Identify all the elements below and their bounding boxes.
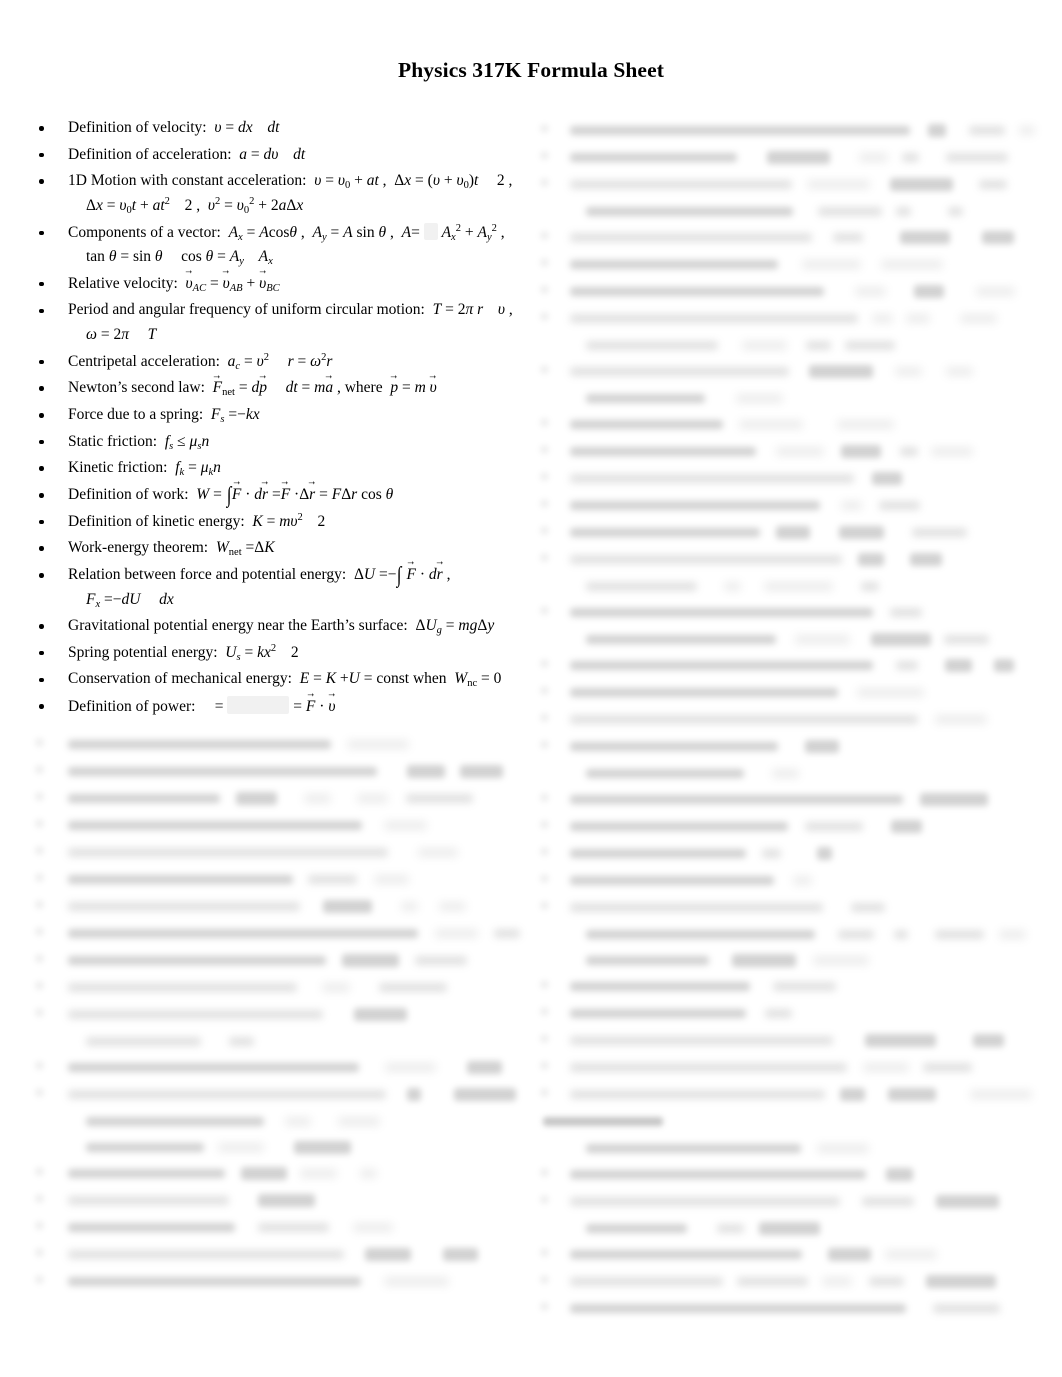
bullet-icon [39, 230, 44, 236]
bullet-icon [39, 624, 44, 629]
formula-item-circular-motion-period-continued: ω = 2π T [30, 325, 530, 345]
bullet-icon [39, 519, 44, 525]
formula-item-static-friction: Static friction: fs ≤ μsn [30, 432, 530, 452]
page-title: Physics 317K Formula Sheet [398, 58, 664, 82]
formula-label: Conservation of mechanical energy: [68, 670, 292, 688]
left-column: Definition of velocity: υ = dx dt Definit… [30, 118, 530, 724]
formula-label: Force due to a spring: [68, 406, 204, 424]
bullet-icon [39, 572, 44, 578]
dropped-expression-ghost [227, 696, 290, 715]
formula-expression: υ = υ0 + at , Δx = (υ + υ0)t 2 , [314, 172, 513, 192]
bullet-icon [39, 493, 44, 498]
formula-label: Centripetal acceleration: [68, 352, 220, 370]
bullet-icon [39, 126, 44, 131]
formula-item-circular-motion-period: Period and angular frequency of uniform … [30, 300, 530, 320]
formula-item-vector-components: Components of a vector: Ax = Acosθ , Ay … [30, 222, 530, 243]
bullet-icon [39, 704, 44, 709]
bullet-icon [39, 466, 44, 471]
formula-item-centripetal-acceleration: Centripetal acceleration: ac = υ2 r = ω2… [30, 352, 530, 372]
formula-item-force-potential-relation: Relation between force and potential ene… [30, 563, 530, 585]
formula-item-spring-force: Force due to a spring: Fs =−kx [30, 405, 530, 425]
formula-item-velocity: Definition of velocity: υ = dx dt [30, 118, 530, 138]
bullet-icon [39, 308, 44, 314]
bullet-icon [39, 179, 44, 184]
formula-item-energy-conservation: Conservation of mechanical energy: E = K… [30, 669, 530, 689]
bullet-icon [39, 677, 44, 683]
bullet-icon [39, 386, 44, 392]
formula-label: Spring potential energy: [68, 643, 218, 661]
formula-item-work: Definition of work: W = ∫F · dr =F ·Δr =… [30, 483, 530, 505]
formula-expression: υ = dx dt [214, 119, 280, 136]
formula-label: Gravitational potential energy near the … [68, 617, 408, 635]
bullet-icon [39, 281, 44, 287]
formula-expression: = = F · υ [199, 696, 335, 715]
formula-item-gravitational-potential-energy: Gravitational potential energy near the … [30, 616, 530, 636]
formula-label: Relation between force and potential ene… [68, 565, 347, 583]
formula-item-power: Definition of power: = = F · υ [30, 696, 530, 717]
formula-label: Newton’s second law: [68, 379, 205, 397]
formula-item-spring-potential-energy: Spring potential energy: Us = kx2 2 [30, 643, 530, 663]
formula-expression: W = ∫F · dr =F ·Δr = FΔr cos θ [192, 483, 393, 505]
formula-expression: ΔU =−∫ F · dr , [350, 563, 451, 585]
formula-expression: tan θ = sin θ cos θ = Ay Ax [86, 248, 273, 268]
formula-expression: Us = kx2 2 [225, 643, 299, 663]
bullet-icon [39, 650, 44, 656]
formula-expression: fs ≤ μsn [164, 432, 210, 452]
formula-expression: fk = μkn [175, 459, 221, 479]
bullet-icon [39, 413, 44, 418]
formula-label: Definition of velocity: [68, 119, 207, 136]
bullet-icon [39, 546, 44, 551]
formula-expression: K = mυ2 2 [252, 511, 326, 530]
formula-expression: Δx = υ0t + at2 2 , υ2 = υ02 + 2aΔx [86, 196, 304, 216]
formula-expression: ω = 2π T [86, 326, 157, 344]
formula-item-vector-components-continued: tan θ = sin θ cos θ = Ay Ax [30, 247, 530, 267]
formula-expression: Fs =−kx [210, 406, 260, 425]
formula-label: Kinetic friction: [68, 459, 168, 477]
formula-expression: T = 2π rυ , [432, 301, 513, 319]
formula-item-acceleration: Definition of acceleration: a = dυ dt [30, 145, 530, 165]
formula-label: Definition of work: [68, 485, 189, 503]
bullet-icon [39, 439, 44, 445]
formula-item-newtons-second-law: Newton’s second law: Fnet = dp dt = ma ,… [30, 378, 530, 398]
formula-expression: Ax = Acosθ , Ay = A sin θ , A= Ax2 + Ay2… [228, 222, 505, 243]
formula-label: 1D Motion with constant acceleration: [68, 172, 307, 190]
formula-label: Static friction: [68, 432, 158, 450]
formula-label: Work-energy theorem: [68, 539, 209, 557]
bullet-icon [39, 152, 44, 158]
formula-label: Definition of power: [68, 698, 196, 716]
formula-label: Definition of acceleration: [68, 145, 232, 163]
formula-label: Period and angular frequency of uniform … [68, 301, 425, 319]
formula-expression: ac = υ2 r = ω2r [227, 351, 333, 372]
formula-label: Definition of kinetic energy: [68, 512, 245, 530]
formula-expression: Fnet = dp dt = ma , where p = m υ [209, 379, 437, 398]
formula-item-kinetic-energy: Definition of kinetic energy: K = mυ2 2 [30, 512, 530, 532]
formula-expression: a = dυ dt [239, 145, 306, 163]
formula-item-force-potential-relation-continued: Fx =−dU dx [30, 590, 530, 610]
formula-expression: E = K +U = const when Wnc = 0 [299, 670, 502, 690]
formula-label: Relative velocity: [68, 274, 178, 292]
formula-expression: υAC = υAB + υBC [182, 275, 280, 294]
formula-expression: Fx =−dU dx [86, 590, 174, 610]
formula-expression: Wnet =ΔK [215, 539, 275, 559]
formula-expression: ΔUg = mgΔy [415, 617, 495, 637]
bullet-icon [39, 359, 44, 365]
formula-item-relative-velocity: Relative velocity: υAC = υAB + υBC [30, 274, 530, 294]
formula-item-work-energy-theorem: Work-energy theorem: Wnet =ΔK [30, 538, 530, 558]
formula-item-1d-motion: 1D Motion with constant acceleration: υ … [30, 171, 530, 191]
formula-item-1d-motion-continued: Δx = υ0t + at2 2 , υ2 = υ02 + 2aΔx [30, 196, 530, 216]
formula-label: Components of a vector: [68, 223, 221, 241]
radical-sign-ghost [423, 222, 438, 240]
